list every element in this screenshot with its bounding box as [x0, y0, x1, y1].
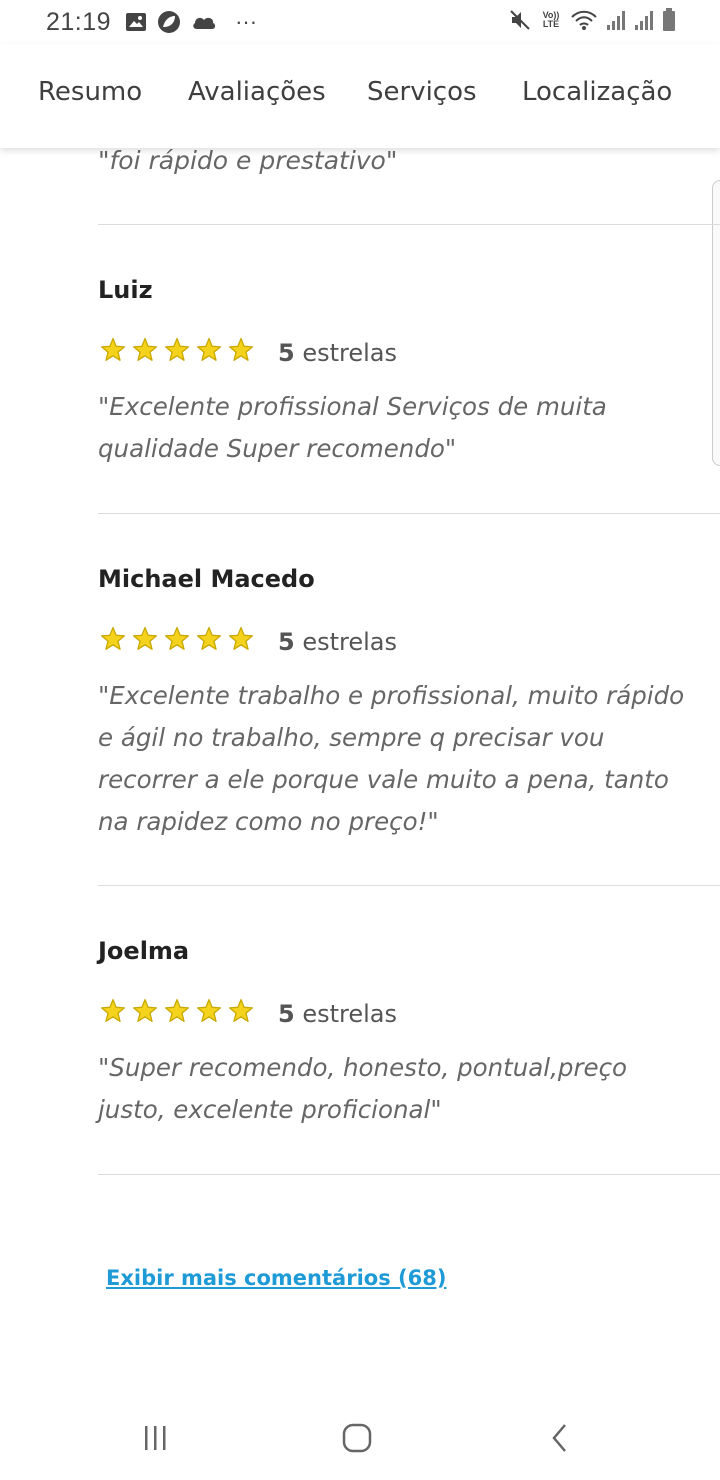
- battery-icon: [662, 8, 676, 32]
- star-icon: [164, 998, 190, 1029]
- rating-row: 5 estrelas: [100, 626, 397, 657]
- review-text: "Excelente profissional Serviços de muit…: [98, 392, 607, 463]
- divider: [98, 513, 720, 514]
- review-text: "Excelente trabalho e profissional, muit…: [98, 681, 685, 836]
- rating-word: estrelas: [302, 338, 398, 367]
- signal-icon: [606, 9, 626, 31]
- star-icon: [228, 337, 254, 368]
- reviewer-name: Joelma: [98, 937, 190, 965]
- status-bar: 21:19 ··· Vo)) LTE: [0, 0, 720, 44]
- back-button[interactable]: [530, 1420, 590, 1460]
- tab-avaliacoes[interactable]: Avaliações: [188, 77, 326, 107]
- reviewer-name: Michael Macedo: [98, 565, 315, 593]
- star-icon: [100, 337, 126, 368]
- rating-number: 5: [278, 338, 295, 367]
- rating-word: estrelas: [302, 627, 398, 656]
- home-button[interactable]: [327, 1420, 387, 1460]
- rating-number: 5: [278, 627, 295, 656]
- more-dots-icon: ···: [235, 9, 258, 34]
- reviewer-name: Luiz: [98, 276, 153, 304]
- wifi-icon: [570, 9, 598, 31]
- star-rating: [100, 337, 254, 368]
- tab-localizacao[interactable]: Localização: [522, 77, 672, 107]
- rating-number: 5: [278, 999, 295, 1028]
- image-icon: [125, 12, 147, 32]
- star-icon: [228, 626, 254, 657]
- star-icon: [100, 626, 126, 657]
- rating-word: estrelas: [302, 999, 398, 1028]
- volte-icon: Vo)) LTE: [542, 10, 560, 29]
- star-icon: [132, 337, 158, 368]
- rating-label: 5 estrelas: [278, 628, 397, 656]
- recent-apps-button[interactable]: [126, 1420, 186, 1460]
- star-icon: [164, 626, 190, 657]
- rating-row: 5 estrelas: [100, 337, 397, 368]
- star-rating: [100, 998, 254, 1029]
- star-icon: [132, 626, 158, 657]
- rating-label: 5 estrelas: [278, 1000, 397, 1028]
- divider: [98, 1174, 720, 1175]
- home-icon: [341, 1422, 373, 1459]
- mute-icon: [508, 8, 532, 32]
- status-right-icons: Vo)) LTE: [508, 8, 676, 32]
- star-icon: [132, 998, 158, 1029]
- more-comments-link[interactable]: Exibir mais comentários (68): [106, 1266, 446, 1290]
- rating-label: 5 estrelas: [278, 339, 397, 367]
- back-icon: [549, 1422, 571, 1459]
- cloud-icon: [191, 13, 217, 31]
- leaf-icon: [157, 10, 181, 34]
- star-icon: [228, 998, 254, 1029]
- rating-row: 5 estrelas: [100, 998, 397, 1029]
- star-icon: [196, 998, 222, 1029]
- star-icon: [196, 337, 222, 368]
- scroll-handle[interactable]: [712, 180, 720, 466]
- star-icon: [196, 626, 222, 657]
- status-time: 21:19: [46, 7, 112, 36]
- signal-icon: [634, 9, 654, 31]
- review-text: "foi rápido e prestativo": [98, 146, 398, 175]
- star-rating: [100, 626, 254, 657]
- navigation-bar: [0, 1400, 720, 1480]
- tabs-header: Resumo Avaliações Serviços Localização: [0, 44, 720, 148]
- star-icon: [164, 337, 190, 368]
- divider: [98, 224, 720, 225]
- status-left-icons: ···: [125, 9, 257, 35]
- star-icon: [100, 998, 126, 1029]
- divider: [98, 885, 720, 886]
- review-text: "Super recomendo, honesto, pontual,preço…: [98, 1053, 628, 1124]
- recent-apps-icon: [141, 1424, 171, 1457]
- tab-resumo[interactable]: Resumo: [38, 77, 142, 107]
- tab-servicos[interactable]: Serviços: [367, 77, 477, 107]
